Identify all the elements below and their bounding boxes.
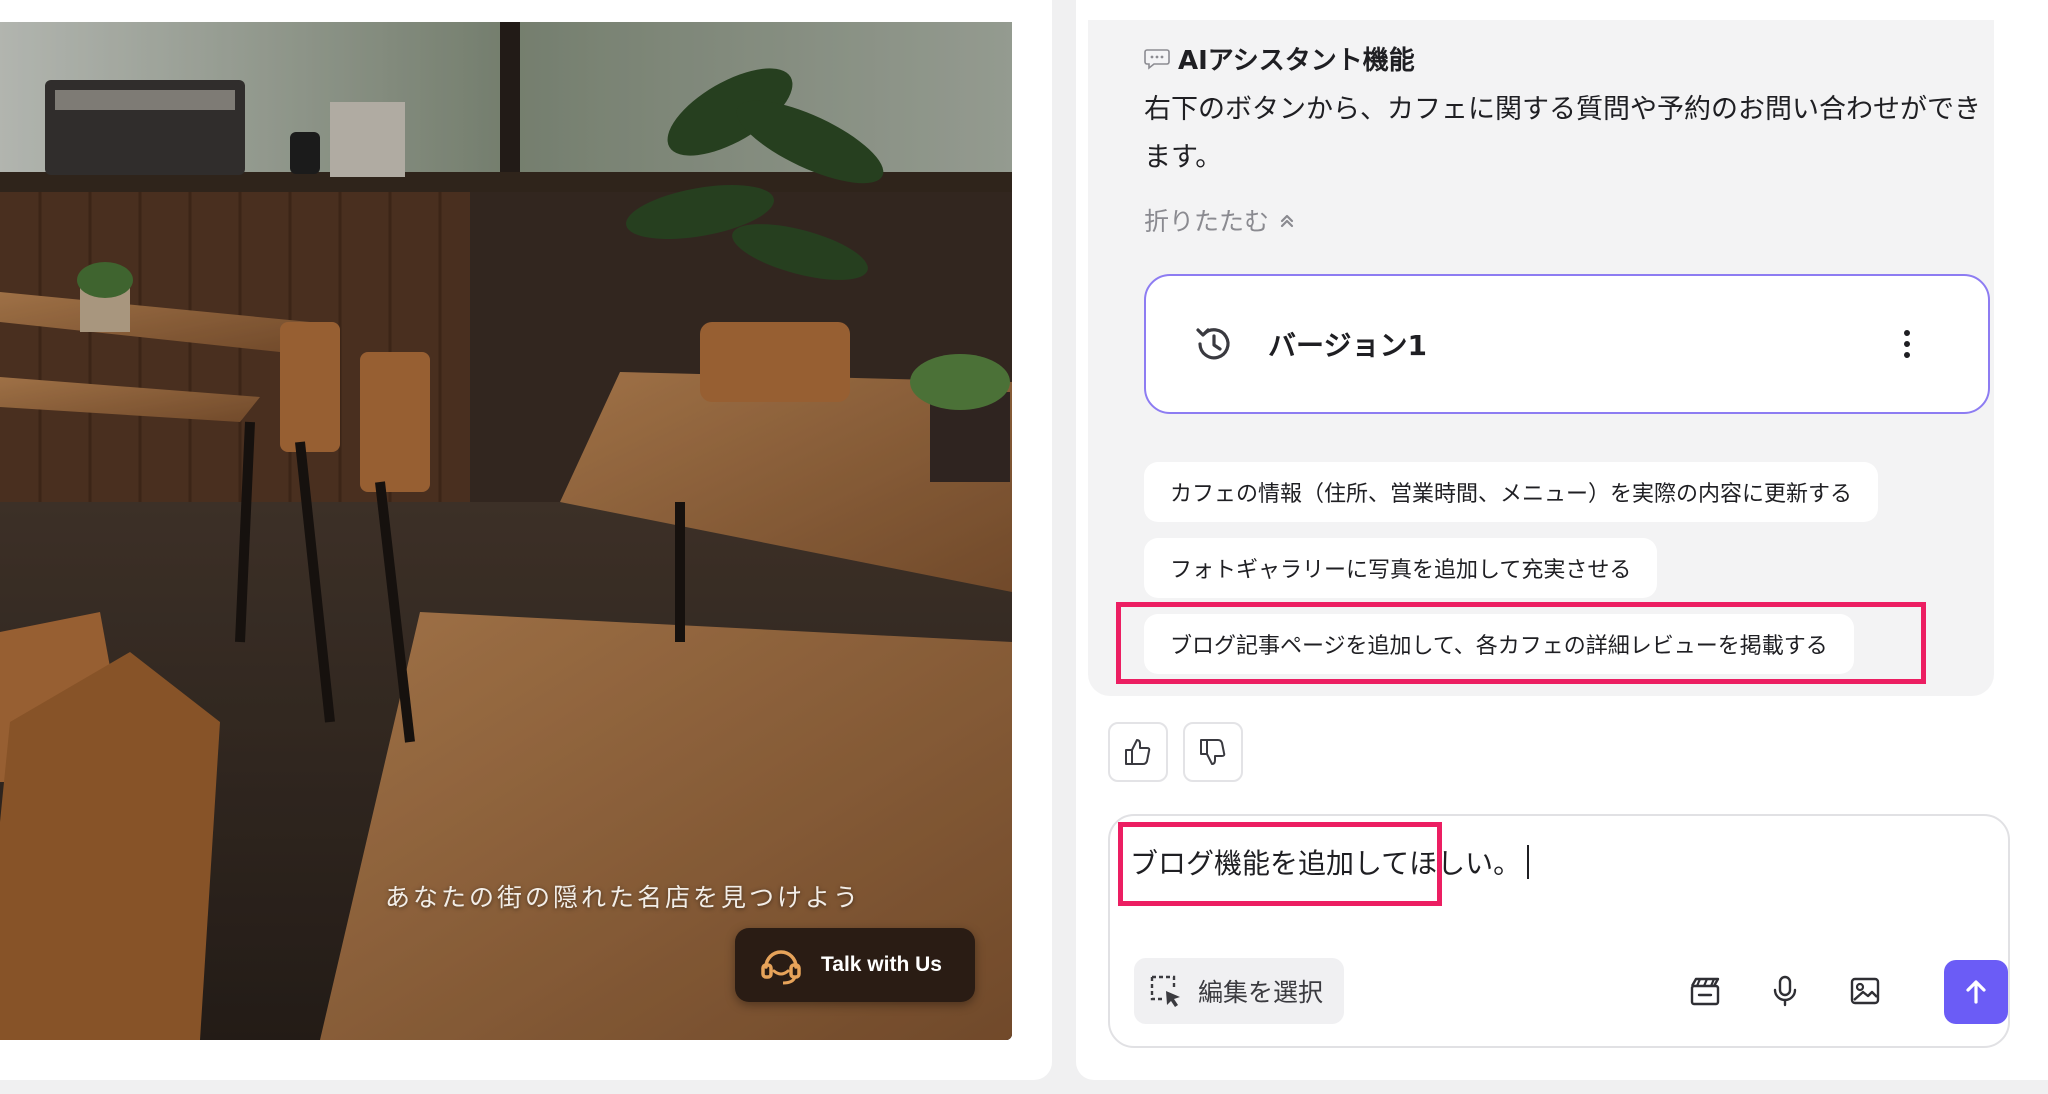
thumbs-down-icon (1200, 739, 1226, 765)
headset-icon (761, 950, 801, 985)
clapperboard-icon (1690, 977, 1720, 1006)
text-caret (1527, 845, 1530, 879)
microphone-button[interactable] (1764, 970, 1806, 1012)
chevron-double-up-icon (1280, 214, 1294, 228)
arrow-up-icon (1966, 980, 1986, 1004)
feature-title-text: AIアシスタント機能 (1178, 46, 1415, 76)
image-icon (1850, 977, 1880, 1005)
speech-bubble-icon (1144, 48, 1170, 70)
message-input-text: ブログ機能を追加してほしい。 (1130, 847, 1522, 880)
suggestion-add-blog-page[interactable]: ブログ記事ページを追加して、各カフェの詳細レビューを掲載する (1144, 614, 1854, 674)
chat-panel: AIアシスタント機能 右下のボタンから、カフェに関する質問や予約のお問い合わせが… (1076, 0, 2048, 1080)
thumbs-down-button[interactable] (1183, 722, 1243, 782)
message-input[interactable]: ブログ機能を追加してほしい。 (1130, 842, 1530, 882)
hero-tagline: あなたの街の隠れた名店を見つけよう (385, 883, 862, 912)
send-button[interactable] (1944, 960, 2008, 1024)
version-label: バージョン1 (1268, 329, 1427, 362)
suggestion-update-cafe-info[interactable]: カフェの情報（住所、営業時間、メニュー）を実際の内容に更新する (1144, 462, 1879, 522)
thumbs-up-button[interactable] (1108, 722, 1168, 782)
collapse-link[interactable]: 折りたたむ (1144, 202, 1297, 238)
feature-title: AIアシスタント機能 (1144, 40, 1415, 77)
image-upload-button[interactable] (1844, 970, 1886, 1012)
microphone-icon (1773, 975, 1797, 1007)
history-icon (1196, 328, 1230, 360)
suggestion-add-photo-gallery[interactable]: フォトギャラリーに写真を追加して充実させる (1144, 538, 1658, 598)
version-card[interactable]: バージョン1 (1144, 274, 1990, 414)
edit-select-button[interactable]: 編集を選択 (1134, 958, 1344, 1024)
vertical-dots-icon[interactable] (1902, 328, 1912, 360)
collapse-label: 折りたたむ (1144, 207, 1270, 236)
edit-select-label: 編集を選択 (1198, 978, 1324, 1007)
thumbs-up-icon (1125, 739, 1151, 765)
select-cursor-icon (1150, 975, 1180, 1007)
assistant-message-card: AIアシスタント機能 右下のボタンから、カフェに関する質問や予約のお問い合わせが… (1088, 20, 1994, 696)
message-composer[interactable]: ブログ機能を追加してほしい。 編集を選択 (1108, 814, 2010, 1048)
clapperboard-button[interactable] (1684, 970, 1726, 1012)
talk-with-us-button[interactable]: Talk with Us (735, 928, 975, 1002)
feature-description: 右下のボタンから、カフェに関する質問や予約のお問い合わせができます。 (1144, 94, 1981, 173)
talk-with-us-label: Talk with Us (821, 953, 942, 976)
website-preview-panel: あなたの街の隠れた名店を見つけよう Talk with Us (0, 0, 1052, 1080)
